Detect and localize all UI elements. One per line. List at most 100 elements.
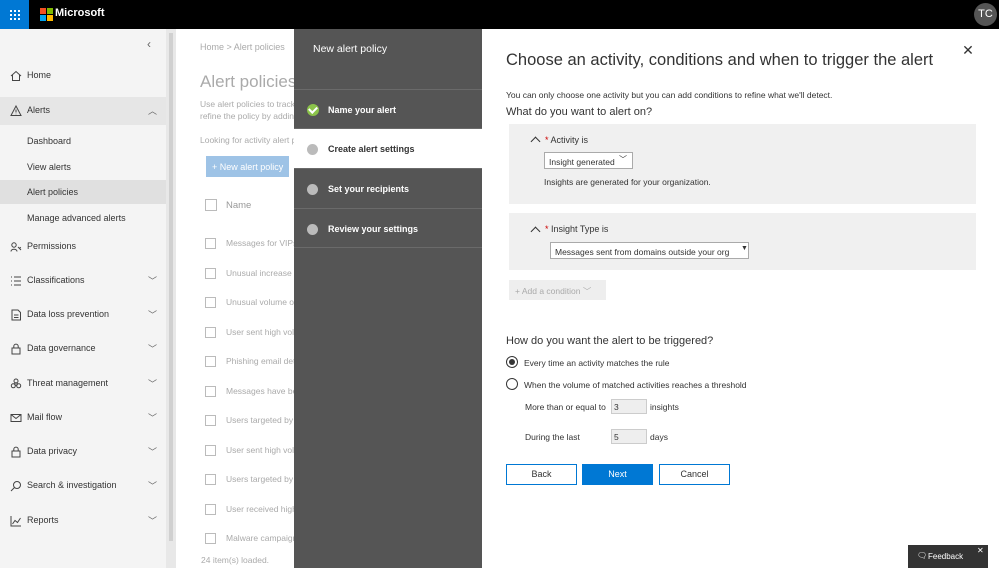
window-days-input[interactable]: 5: [611, 429, 647, 444]
avatar[interactable]: TC: [974, 3, 997, 26]
nav-sub-dashboard[interactable]: Dashboard: [0, 129, 166, 153]
back-button[interactable]: Back: [506, 464, 577, 485]
row-checkbox[interactable]: [205, 533, 216, 544]
row-checkbox[interactable]: [205, 504, 216, 515]
alert-icon: [10, 105, 22, 116]
feedback-button[interactable]: 🗨 Feedback: [908, 545, 988, 568]
close-feedback-icon[interactable]: ✕: [977, 546, 984, 555]
row-checkbox[interactable]: [205, 238, 216, 249]
row-checkbox[interactable]: [205, 268, 216, 279]
activity-select[interactable]: Insight generated ﹀: [544, 152, 633, 169]
threshold-label: When the volume of matched activities re…: [524, 380, 747, 390]
step-name-your-alert[interactable]: Name your alert: [294, 89, 482, 129]
name-column-header[interactable]: Name: [226, 200, 251, 211]
table-row[interactable]: User received high: [200, 502, 294, 520]
row-checkbox[interactable]: [205, 445, 216, 456]
collapse-nav-icon[interactable]: ‹: [147, 37, 151, 51]
activity-alert-link[interactable]: Looking for activity alert p: [200, 135, 294, 145]
nav-label: Reports: [27, 515, 59, 525]
chevron-up-icon: ︿: [148, 106, 158, 116]
chevron-down-icon: ﹀: [148, 413, 158, 423]
table-row[interactable]: Messages for VIPs: [200, 236, 294, 254]
wizard-title: New alert policy: [313, 43, 388, 55]
row-checkbox[interactable]: [205, 415, 216, 426]
nav-item-data-privacy[interactable]: Data privacy ﹀: [0, 440, 166, 464]
nav-sub-label: Alert policies: [27, 187, 79, 197]
nav-item-data-loss-prevention[interactable]: Data loss prevention ﹀: [0, 303, 166, 327]
new-alert-policy-button[interactable]: + New alert policy: [206, 156, 289, 177]
nav-label: Permissions: [27, 241, 77, 251]
nav-item-permissions[interactable]: Permissions: [0, 235, 166, 259]
window-unit: days: [650, 432, 668, 442]
nav-label: Data governance: [27, 343, 96, 353]
table-row[interactable]: Malware campaign: [200, 531, 294, 549]
threshold-count-input[interactable]: 3: [611, 399, 647, 414]
chevron-down-icon: ﹀: [582, 286, 592, 296]
table-row[interactable]: Messages have bee: [200, 384, 294, 402]
panel-description: You can only choose one activity but you…: [506, 90, 833, 100]
row-name: Messages for VIPs: [226, 238, 294, 248]
cancel-button[interactable]: Cancel: [659, 464, 730, 485]
row-checkbox[interactable]: [205, 356, 216, 367]
chevron-down-icon: ﹀: [148, 276, 158, 286]
activity-label-text: Activity is: [550, 135, 589, 145]
app-launcher-button[interactable]: [0, 0, 29, 29]
step-dot-icon: [307, 144, 318, 155]
scrollbar[interactable]: [169, 33, 173, 541]
nav-item-home[interactable]: Home: [0, 64, 166, 88]
table-row[interactable]: Unusual volume of: [200, 295, 294, 313]
step-dot-icon: [307, 184, 318, 195]
chevron-down-icon: ﹀: [148, 344, 158, 354]
row-name: Malware campaign: [226, 533, 294, 543]
nav-item-reports[interactable]: Reports ﹀: [0, 509, 166, 533]
desc-line: Use alert policies to track: [200, 99, 294, 109]
activity-hint: Insights are generated for your organiza…: [544, 177, 711, 187]
nav-item-search-investigation[interactable]: Search & investigation ﹀: [0, 474, 166, 498]
row-checkbox[interactable]: [205, 327, 216, 338]
table-row[interactable]: Users targeted by: [200, 472, 294, 490]
nav-item-threat-management[interactable]: Threat management ﹀: [0, 372, 166, 396]
add-condition-button[interactable]: + Add a condition ﹀: [509, 280, 606, 300]
breadcrumb[interactable]: Home > Alert policies: [200, 42, 285, 52]
table-row[interactable]: Users targeted by: [200, 413, 294, 431]
top-bar: Microsoft TC: [0, 0, 999, 29]
table-row[interactable]: User sent high volu: [200, 325, 294, 343]
every-time-radio[interactable]: [506, 356, 518, 368]
insight-label-text: Insight Type is: [551, 224, 609, 234]
nav-item-data-governance[interactable]: Data governance ﹀: [0, 337, 166, 361]
feedback-label: Feedback: [928, 552, 964, 561]
threshold-count-label: More than or equal to: [525, 402, 606, 412]
nav-item-mail-flow[interactable]: Mail flow ﹀: [0, 406, 166, 430]
nav-sub-manage-advanced-alerts[interactable]: Manage advanced alerts: [0, 206, 166, 230]
nav-item-classifications[interactable]: Classifications ﹀: [0, 269, 166, 293]
step-review-your-settings[interactable]: Review your settings: [294, 208, 482, 248]
row-checkbox[interactable]: [205, 474, 216, 485]
home-icon: [10, 70, 22, 81]
step-create-alert-settings[interactable]: Create alert settings: [294, 128, 482, 168]
table-row[interactable]: Unusual increase in: [200, 266, 294, 284]
nav-item-alerts[interactable]: Alerts ︿: [0, 99, 166, 123]
microsoft-logo-icon: [40, 8, 53, 21]
threshold-radio[interactable]: [506, 378, 518, 390]
step-label: Name your alert: [328, 105, 397, 115]
left-nav: ‹ Home Alerts ︿ Dashboard View alerts Al…: [0, 29, 166, 568]
nav-label: Alerts: [27, 105, 51, 115]
check-icon: [307, 104, 319, 116]
row-checkbox[interactable]: [205, 386, 216, 397]
permissions-icon: [10, 242, 22, 252]
insight-type-select[interactable]: Messages sent from domains outside your …: [550, 242, 749, 259]
page-description: Use alert policies to track refine the p…: [200, 98, 294, 122]
table-row[interactable]: Phishing email det: [200, 354, 294, 372]
row-name: Unusual volume of: [226, 297, 294, 307]
next-button[interactable]: Next: [582, 464, 653, 485]
table-row[interactable]: User sent high volu: [200, 443, 294, 461]
nav-sub-alert-policies[interactable]: Alert policies: [0, 180, 166, 204]
window-label: During the last: [525, 432, 580, 442]
step-set-your-recipients[interactable]: Set your recipients: [294, 168, 482, 208]
row-checkbox[interactable]: [205, 297, 216, 308]
nav-sub-view-alerts[interactable]: View alerts: [0, 155, 166, 179]
select-all-checkbox[interactable]: [205, 199, 217, 211]
list-icon: [11, 276, 21, 286]
close-icon[interactable]: ✕: [961, 43, 975, 57]
chevron-down-icon: ﹀: [148, 447, 158, 457]
